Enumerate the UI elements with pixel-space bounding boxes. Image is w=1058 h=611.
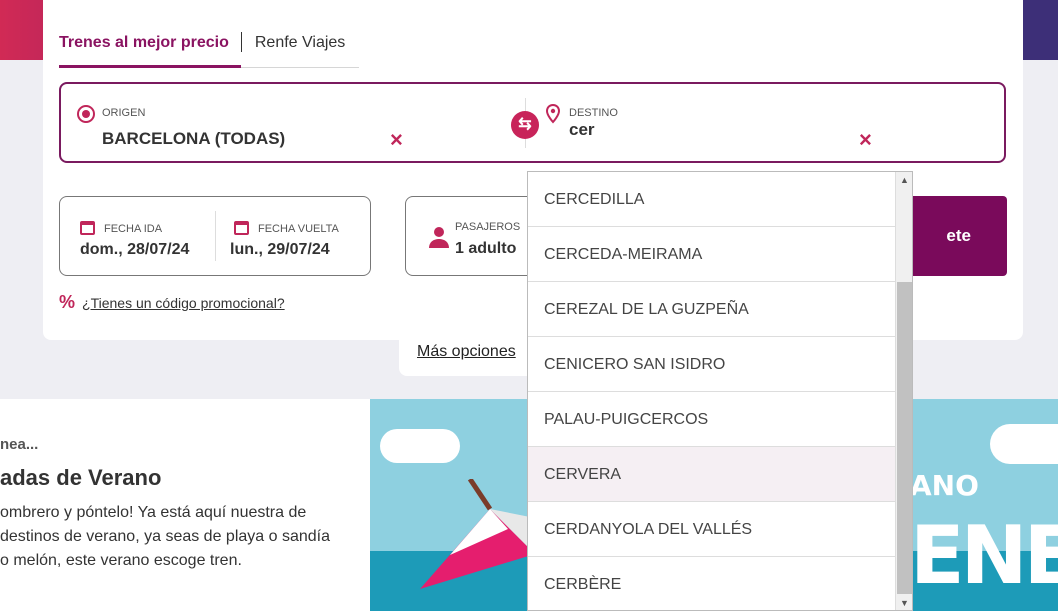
scroll-down-icon[interactable]: ▼ [896, 595, 912, 610]
origin-destination-box: ORIGEN BARCELONA (TODAS) × ⇆ DESTINO × [59, 82, 1006, 163]
calendar-icon [80, 221, 95, 235]
suggestion-item[interactable]: CERCEDILLA [528, 172, 896, 227]
percent-icon: % [59, 292, 76, 312]
suggestion-item[interactable]: PALAU-PUIGCERCOS [528, 392, 896, 447]
dropdown-scrollbar[interactable]: ▲ ▼ [895, 172, 912, 610]
swap-stations-button[interactable]: ⇆ [511, 111, 539, 139]
return-date-label: FECHA VUELTA [258, 223, 339, 235]
promo-title: adas de Verano [0, 465, 162, 490]
dates-field[interactable]: FECHA IDA dom., 28/07/24 FECHA VUELTA lu… [59, 196, 371, 276]
more-options-tab: Más opciones [399, 338, 539, 376]
search-ticket-button[interactable]: ete [898, 196, 1007, 276]
promo-body: ombrero y póntelo! Ya está aquí nuestra … [0, 504, 330, 569]
dates-divider [215, 211, 216, 261]
return-date-value[interactable]: lun., 29/07/24 [230, 241, 330, 259]
destination-clear-icon[interactable]: × [859, 129, 872, 151]
scroll-thumb[interactable] [897, 282, 912, 594]
more-options-link[interactable]: Más opciones [417, 343, 516, 361]
scroll-up-icon[interactable]: ▲ [896, 172, 912, 189]
calendar-icon [234, 221, 249, 235]
origin-label: ORIGEN [102, 107, 146, 119]
promo-image-text-big: ENEA [910, 509, 1058, 602]
suggestion-item[interactable]: CERCEDA-MEIRAMA [528, 227, 896, 282]
passengers-label: PASAJEROS [455, 221, 521, 233]
origin-clear-icon[interactable]: × [390, 129, 403, 151]
outbound-date-label: FECHA IDA [104, 223, 163, 235]
origin-radio-icon [77, 105, 95, 123]
suggestion-item[interactable]: CERBÈRE [528, 557, 896, 610]
suggestion-item[interactable]: CEREZAL DE LA GUZPEÑA [528, 282, 896, 337]
tab-bar: Trenes al mejor precio Renfe Viajes [59, 30, 359, 68]
destination-suggestions-dropdown: CERCEDILLA CERCEDA-MEIRAMA CEREZAL DE LA… [527, 171, 913, 611]
destination-label: DESTINO [569, 107, 618, 119]
passengers-value: 1 adulto [455, 240, 517, 257]
beach-umbrella-icon [420, 479, 540, 589]
destination-input[interactable] [569, 120, 849, 140]
cloud-shape [990, 424, 1058, 464]
promo-kicker: nea... [0, 436, 39, 453]
suggestion-item-highlighted[interactable]: CERVERA [528, 447, 896, 502]
outbound-date-value[interactable]: dom., 28/07/24 [80, 241, 189, 259]
passengers-field[interactable]: PASAJEROS 1 adulto [405, 196, 535, 276]
origin-value[interactable]: BARCELONA (TODAS) [102, 129, 285, 149]
tab-renfe-viajes[interactable]: Renfe Viajes [242, 30, 345, 66]
cloud-shape [380, 429, 460, 463]
tab-best-price[interactable]: Trenes al mejor precio [59, 30, 241, 68]
person-icon [429, 227, 449, 248]
location-pin-icon [545, 104, 561, 124]
suggestion-item[interactable]: CERDANYOLA DEL VALLÉS [528, 502, 896, 557]
promo-image-text-top: ANO [910, 469, 979, 502]
promo-code-link[interactable]: ¿Tienes un código promocional? [82, 295, 285, 311]
suggestion-item[interactable]: CENICERO SAN ISIDRO [528, 337, 896, 392]
promo-code: % ¿Tienes un código promocional? [59, 292, 285, 313]
